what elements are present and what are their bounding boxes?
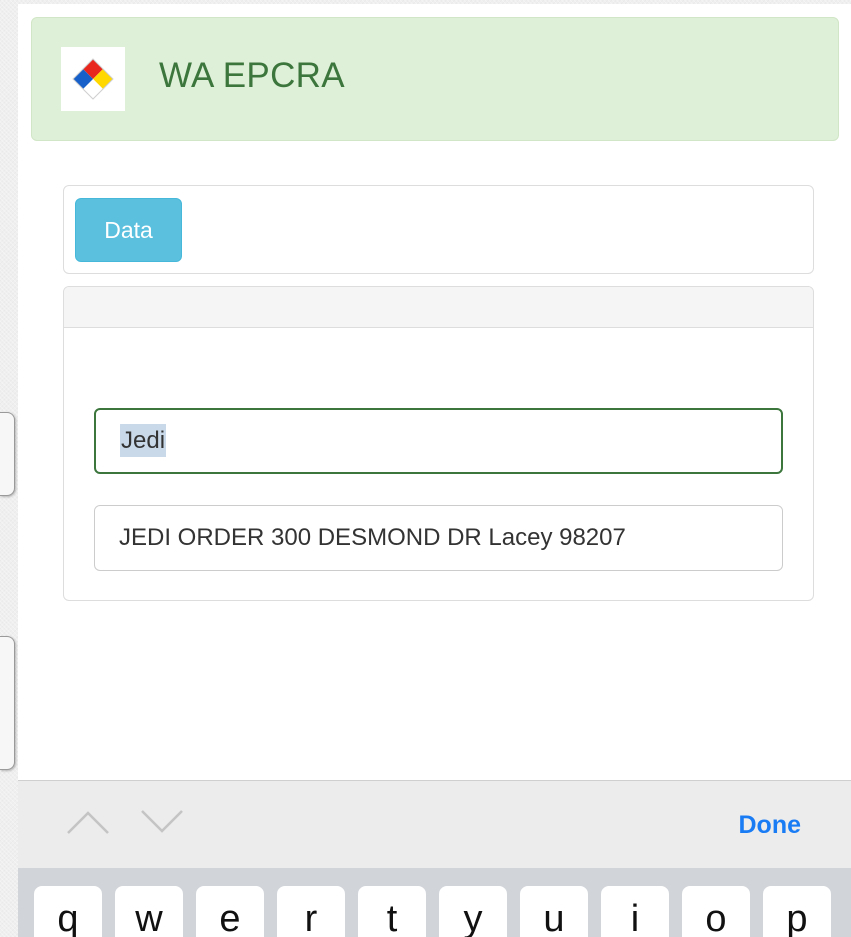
- key-w[interactable]: w: [115, 886, 183, 937]
- key-i[interactable]: i: [601, 886, 669, 937]
- key-u[interactable]: u: [520, 886, 588, 937]
- form-panel: Jedi JEDI ORDER 300 DESMOND DR Lacey 982…: [63, 286, 814, 601]
- key-e[interactable]: e: [196, 886, 264, 937]
- facility-search-input[interactable]: Jedi: [94, 408, 783, 474]
- navbar: WA EPCRA: [31, 17, 839, 141]
- panel-heading: [64, 287, 813, 328]
- key-p[interactable]: p: [763, 886, 831, 937]
- key-y[interactable]: y: [439, 886, 507, 937]
- chevron-down-icon[interactable]: [140, 809, 184, 840]
- tab-bar: Data: [63, 185, 814, 274]
- nfpa-diamond-icon: [61, 47, 125, 111]
- keyboard-accessory-bar: Done: [18, 780, 851, 869]
- app-window: WA EPCRA Data Jedi JEDI ORDER 300 DESMON…: [18, 4, 851, 937]
- chevron-up-icon[interactable]: [66, 809, 110, 840]
- key-r[interactable]: r: [277, 886, 345, 937]
- key-o[interactable]: o: [682, 886, 750, 937]
- selected-text: Jedi: [120, 424, 167, 457]
- key-q[interactable]: q: [34, 886, 102, 937]
- key-t[interactable]: t: [358, 886, 426, 937]
- data-tab-button[interactable]: Data: [75, 198, 182, 262]
- background-window-edge: [0, 636, 15, 770]
- done-button[interactable]: Done: [739, 811, 802, 840]
- on-screen-keyboard: q w e r t y u i o p: [18, 868, 851, 937]
- background-window-edge: [0, 412, 15, 496]
- app-brand-title[interactable]: WA EPCRA: [159, 56, 345, 96]
- facility-result-field[interactable]: JEDI ORDER 300 DESMOND DR Lacey 98207: [94, 505, 783, 571]
